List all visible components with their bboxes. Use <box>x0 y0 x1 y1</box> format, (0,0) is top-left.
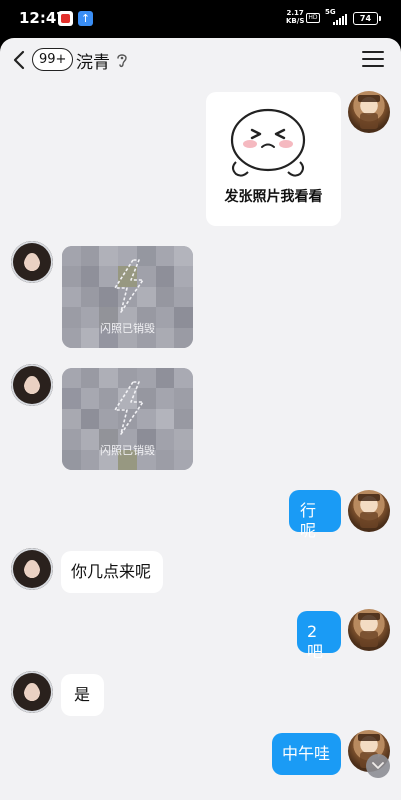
menu-icon[interactable] <box>362 51 384 69</box>
sticker-message[interactable]: 发张照片我看看 <box>206 92 341 226</box>
crying-face-sticker-icon <box>230 108 306 177</box>
phone-screen: 12:47 ↑ 2.17 KB/S HD 5G 74 99+ 浣青 发张照片我看… <box>0 0 401 800</box>
chevron-down-icon <box>372 762 384 769</box>
contact-avatar[interactable] <box>11 364 53 406</box>
outgoing-message[interactable]: 行呢 <box>289 490 341 540</box>
contact-avatar[interactable] <box>11 241 53 283</box>
flash-photo-label: 闪照已销毁 <box>100 322 155 335</box>
outgoing-message[interactable]: 2吧 <box>297 611 341 661</box>
unread-count-badge[interactable]: 99+ <box>32 48 74 71</box>
chat-header: 99+ 浣青 <box>0 38 401 84</box>
outgoing-message[interactable]: 中午哇 <box>272 733 341 775</box>
contact-name[interactable]: 浣青 <box>76 48 110 73</box>
incoming-message[interactable]: 是 <box>61 674 104 716</box>
upload-notification-icon: ↑ <box>78 11 93 26</box>
my-avatar[interactable] <box>348 91 390 133</box>
network-speed-unit: KB/S <box>286 17 305 25</box>
contact-avatar[interactable] <box>11 548 53 590</box>
network-speed-value: 2.17 <box>286 9 304 17</box>
my-avatar[interactable] <box>348 609 390 651</box>
flash-photo-message[interactable]: 闪照已销毁 <box>62 368 193 470</box>
signal-icon <box>333 14 347 25</box>
lightning-icon <box>114 381 144 435</box>
flash-photo-message[interactable]: 闪照已销毁 <box>62 246 193 348</box>
my-avatar[interactable] <box>348 490 390 532</box>
scroll-to-bottom-button[interactable] <box>366 754 390 778</box>
network-speed: 2.17 KB/S <box>286 9 304 25</box>
lightning-icon <box>114 259 144 313</box>
chat-screen: 99+ 浣青 发张照片我看看 闪照已销毁 闪照已销毁 行呢 你几点来呢 2吧 是… <box>0 38 401 800</box>
notification-app-icon <box>58 11 73 26</box>
hd-icon: HD <box>306 13 320 23</box>
battery-icon: 74 <box>353 12 381 25</box>
incoming-message[interactable]: 你几点来呢 <box>61 551 163 593</box>
sticker-caption: 发张照片我看看 <box>224 189 323 205</box>
status-bar: 12:47 ↑ 2.17 KB/S HD 5G 74 <box>0 0 401 38</box>
earpiece-mode-icon[interactable] <box>115 51 129 69</box>
flash-photo-label: 闪照已销毁 <box>100 444 155 457</box>
contact-avatar[interactable] <box>11 671 53 713</box>
back-arrow-icon[interactable] <box>10 49 30 71</box>
